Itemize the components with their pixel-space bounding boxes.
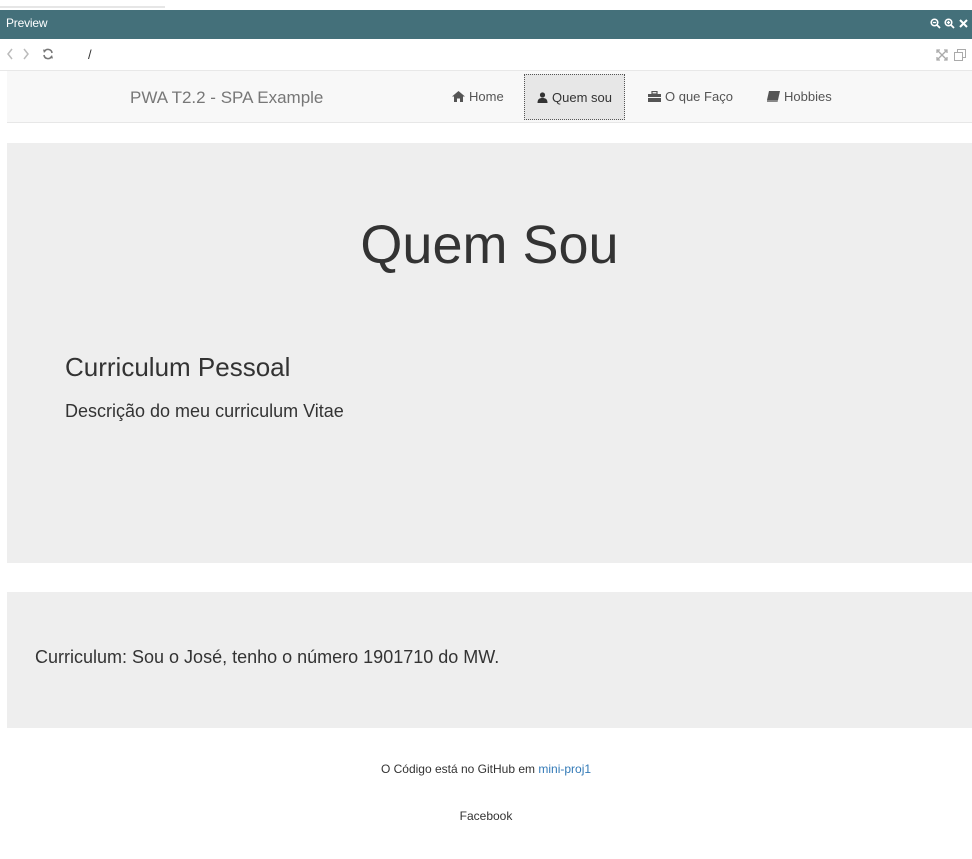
github-link[interactable]: mini-proj1 <box>538 762 591 776</box>
page-title: Quem Sou <box>360 215 619 275</box>
jumbotron: Quem Sou Curriculum Pessoal Descrição do… <box>7 143 972 563</box>
zoom-out-icon[interactable] <box>930 15 941 31</box>
expand-icon[interactable] <box>936 48 948 66</box>
forward-icon[interactable] <box>22 48 30 60</box>
nav-item-label: Quem sou <box>552 89 612 105</box>
refresh-icon[interactable] <box>42 48 54 60</box>
address-path[interactable]: / <box>88 47 92 62</box>
address-bar: / <box>0 39 972 71</box>
close-icon[interactable] <box>958 15 969 31</box>
nav-item-label: Hobbies <box>784 89 832 104</box>
section-heading: Curriculum Pessoal <box>65 352 291 382</box>
nav-item-o-que-faco[interactable]: O que Faço <box>636 71 745 122</box>
new-window-icon[interactable] <box>954 48 966 66</box>
back-icon[interactable] <box>6 48 14 60</box>
preview-title-bar: Preview <box>0 10 972 39</box>
footer: O Código está no GitHub em mini-proj1 Fa… <box>0 762 972 823</box>
section-description: Descrição do meu curriculum Vitae <box>65 401 344 421</box>
facebook-link[interactable]: Facebook <box>0 809 972 823</box>
nav-item-hobbies[interactable]: Hobbies <box>755 71 844 122</box>
briefcase-icon <box>648 91 661 102</box>
home-icon <box>452 91 465 102</box>
book-icon <box>767 91 780 102</box>
nav-item-quem-sou[interactable]: Quem sou <box>524 74 625 120</box>
nav-item-label: Home <box>469 89 504 104</box>
preview-controls <box>930 15 969 31</box>
site-navbar: PWA T2.2 - SPA Example Home Quem sou O q… <box>7 71 972 123</box>
nav-item-home[interactable]: Home <box>440 71 516 122</box>
user-icon <box>537 91 548 103</box>
navbar-brand[interactable]: PWA T2.2 - SPA Example <box>130 88 323 108</box>
footer-text: O Código está no GitHub em <box>380 762 536 776</box>
nav-item-label: O que Faço <box>665 89 733 104</box>
address-right-icons <box>936 48 966 66</box>
zoom-in-icon[interactable] <box>944 15 955 31</box>
curriculum-well: Curriculum: Sou o José, tenho o número 1… <box>7 592 972 728</box>
preview-title: Preview <box>6 16 48 30</box>
browser-nav <box>6 48 54 60</box>
curriculum-text: Curriculum: Sou o José, tenho o número 1… <box>35 647 500 667</box>
tab-indicator <box>0 6 165 8</box>
top-strip <box>0 0 972 10</box>
